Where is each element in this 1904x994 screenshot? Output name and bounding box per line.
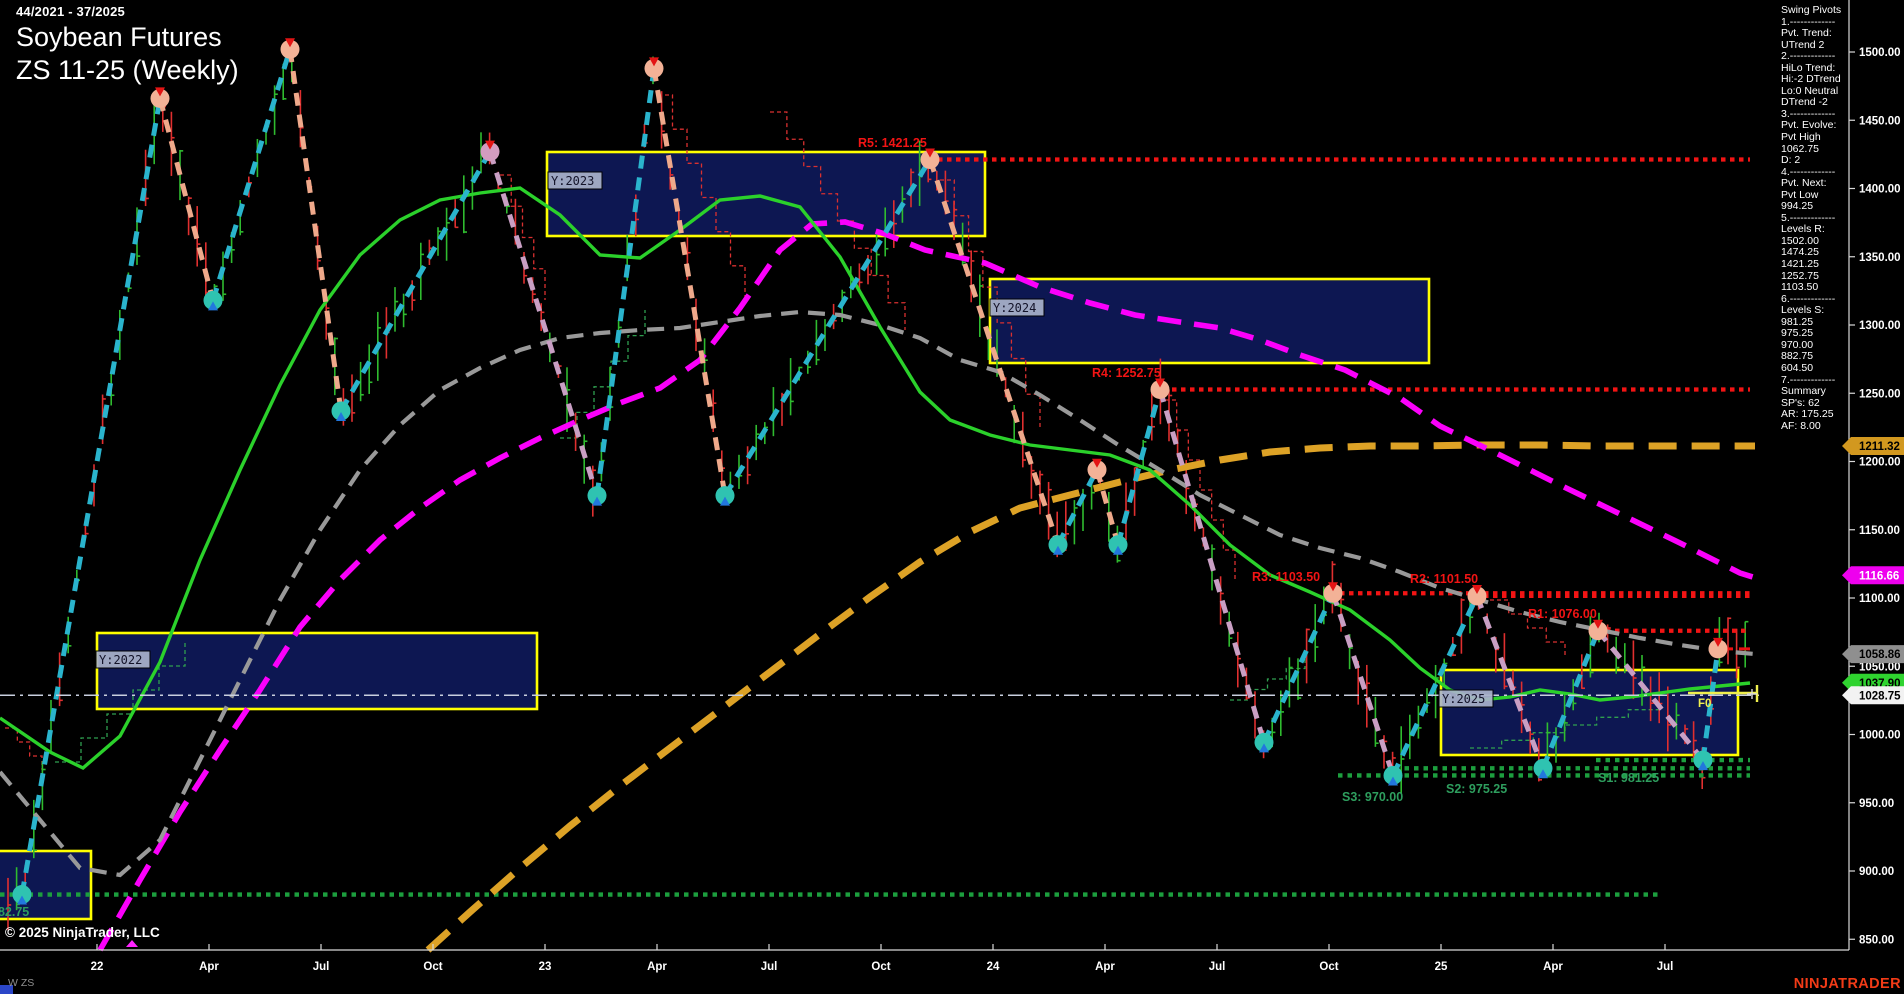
x-tick-label: 24 (987, 961, 1000, 973)
zigzag-segment (651, 67, 728, 497)
y-tick-label: 1450.00 (1859, 115, 1901, 127)
support-label: S3: 970.00 (1342, 790, 1403, 804)
y-tick-label: 850.00 (1859, 934, 1894, 946)
y-tick-label: 1100.00 (1859, 593, 1900, 605)
x-tick-label: 23 (539, 961, 552, 973)
resistance-label: R4: 1252.75 (1092, 366, 1161, 380)
x-tick-label: Oct (1319, 961, 1338, 973)
price-tag-value: 1058.86 (1859, 649, 1901, 661)
year-chip-label: Y:2022 (99, 653, 142, 667)
last-price-cross (1747, 689, 1757, 699)
price-tag-value: 1028.75 (1859, 690, 1901, 702)
moving-averages (0, 186, 1757, 953)
x-tick-label: Jul (1209, 961, 1226, 973)
y-tick-label: 900.00 (1859, 866, 1894, 878)
x-tick-label: Apr (1543, 961, 1563, 973)
support-label: 882.75 (0, 905, 29, 919)
copyright-watermark: © 2025 NinjaTrader, LLC (5, 925, 160, 940)
price-tag-value: 1116.66 (1859, 570, 1899, 582)
resistance-label: R5: 1421.25 (858, 136, 927, 150)
instrument-status-label: W ZS (8, 977, 35, 989)
y-tick-label: 1500.00 (1859, 47, 1901, 59)
sr-level-labels: R5: 1421.25 R4: 1252.75 R3: 1103.50 R2: 110… (0, 136, 1659, 919)
x-tick-label: Apr (1095, 961, 1115, 973)
resistance-label: R1: 1076.00 (1528, 607, 1597, 621)
x-tick-label: Jul (761, 961, 778, 973)
axes: 22 Apr Jul Oct 23 Apr Jul Oct 24 Apr Jul Oct 25 Apr Ju… (0, 0, 1901, 973)
x-tick-label: Apr (199, 961, 219, 973)
ninjatrader-chart-window: F0 R5: 1421.25 R4: 1252.75 R3: 1103.50 R2: 1… (0, 0, 1904, 994)
y-tick-label: 1200.00 (1859, 457, 1901, 469)
fib-label: F0 (1698, 698, 1711, 710)
resistance-label: R2: 1101.50 (1410, 572, 1478, 586)
x-tick-label: Oct (871, 961, 890, 973)
x-tick-label: Oct (423, 961, 442, 973)
y-tick-label: 1150.00 (1859, 525, 1900, 537)
year-chip-label: Y:2024 (993, 301, 1036, 315)
zigzag-segment (1157, 388, 1267, 744)
y-tick-label: 1000.00 (1859, 730, 1901, 742)
ninjatrader-logo: NINJATRADER (1793, 976, 1901, 992)
y-tick-label: 1300.00 (1859, 320, 1901, 332)
x-tick-label: 22 (91, 961, 104, 973)
step-line (1165, 399, 1236, 580)
y-tick-label: 950.00 (1859, 798, 1894, 810)
year-box (95, 631, 539, 711)
price-tag-value: 1211.32 (1859, 441, 1900, 453)
year-chip-label: Y:2025 (1442, 692, 1485, 706)
x-tick-label: Jul (313, 961, 330, 973)
x-tick-label: 25 (1435, 961, 1448, 973)
y-tick-label: 1400.00 (1859, 184, 1901, 196)
zigzag-segment (594, 68, 657, 496)
zigzag-segment (157, 97, 216, 302)
zigzag-segment (338, 150, 493, 413)
support-label: S2: 975.25 (1446, 782, 1507, 796)
year-range-boxes (0, 150, 1740, 921)
magenta-axis-triangle (126, 940, 138, 947)
status-bar: W ZS NINJATRADER (0, 975, 1904, 994)
resistance-label: R3: 1103.50 (1252, 570, 1320, 584)
x-tick-label: Jul (1657, 961, 1674, 973)
y-tick-label: 1350.00 (1859, 252, 1901, 264)
support-label: S1: 981.25 (1598, 771, 1659, 785)
x-tick-label: Apr (647, 961, 667, 973)
price-chart-canvas[interactable]: F0 R5: 1421.25 R4: 1252.75 R3: 1103.50 R2: 1… (0, 0, 1904, 994)
zigzag-segment (19, 97, 163, 895)
zigzag-segment (287, 48, 344, 412)
ma-slow-magenta-dashed (97, 219, 1757, 952)
year-chip-label: Y:2023 (551, 174, 594, 188)
year-chips: Y:2022 Y:2023 Y:2024 Y:2025 (95, 171, 1494, 708)
step-line (500, 174, 546, 300)
zigzag-segment (210, 48, 293, 302)
y-tick-label: 1250.00 (1859, 388, 1901, 400)
